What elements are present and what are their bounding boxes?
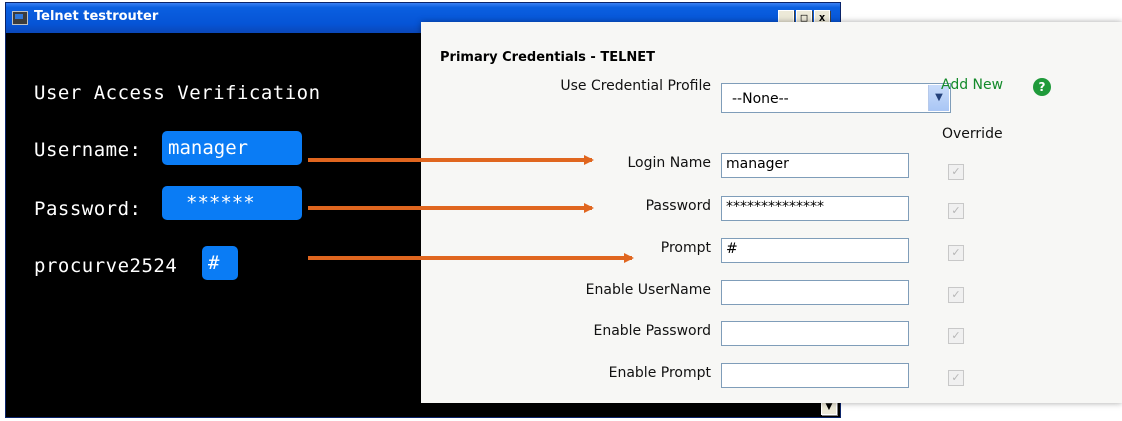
mapping-arrows	[308, 155, 634, 263]
